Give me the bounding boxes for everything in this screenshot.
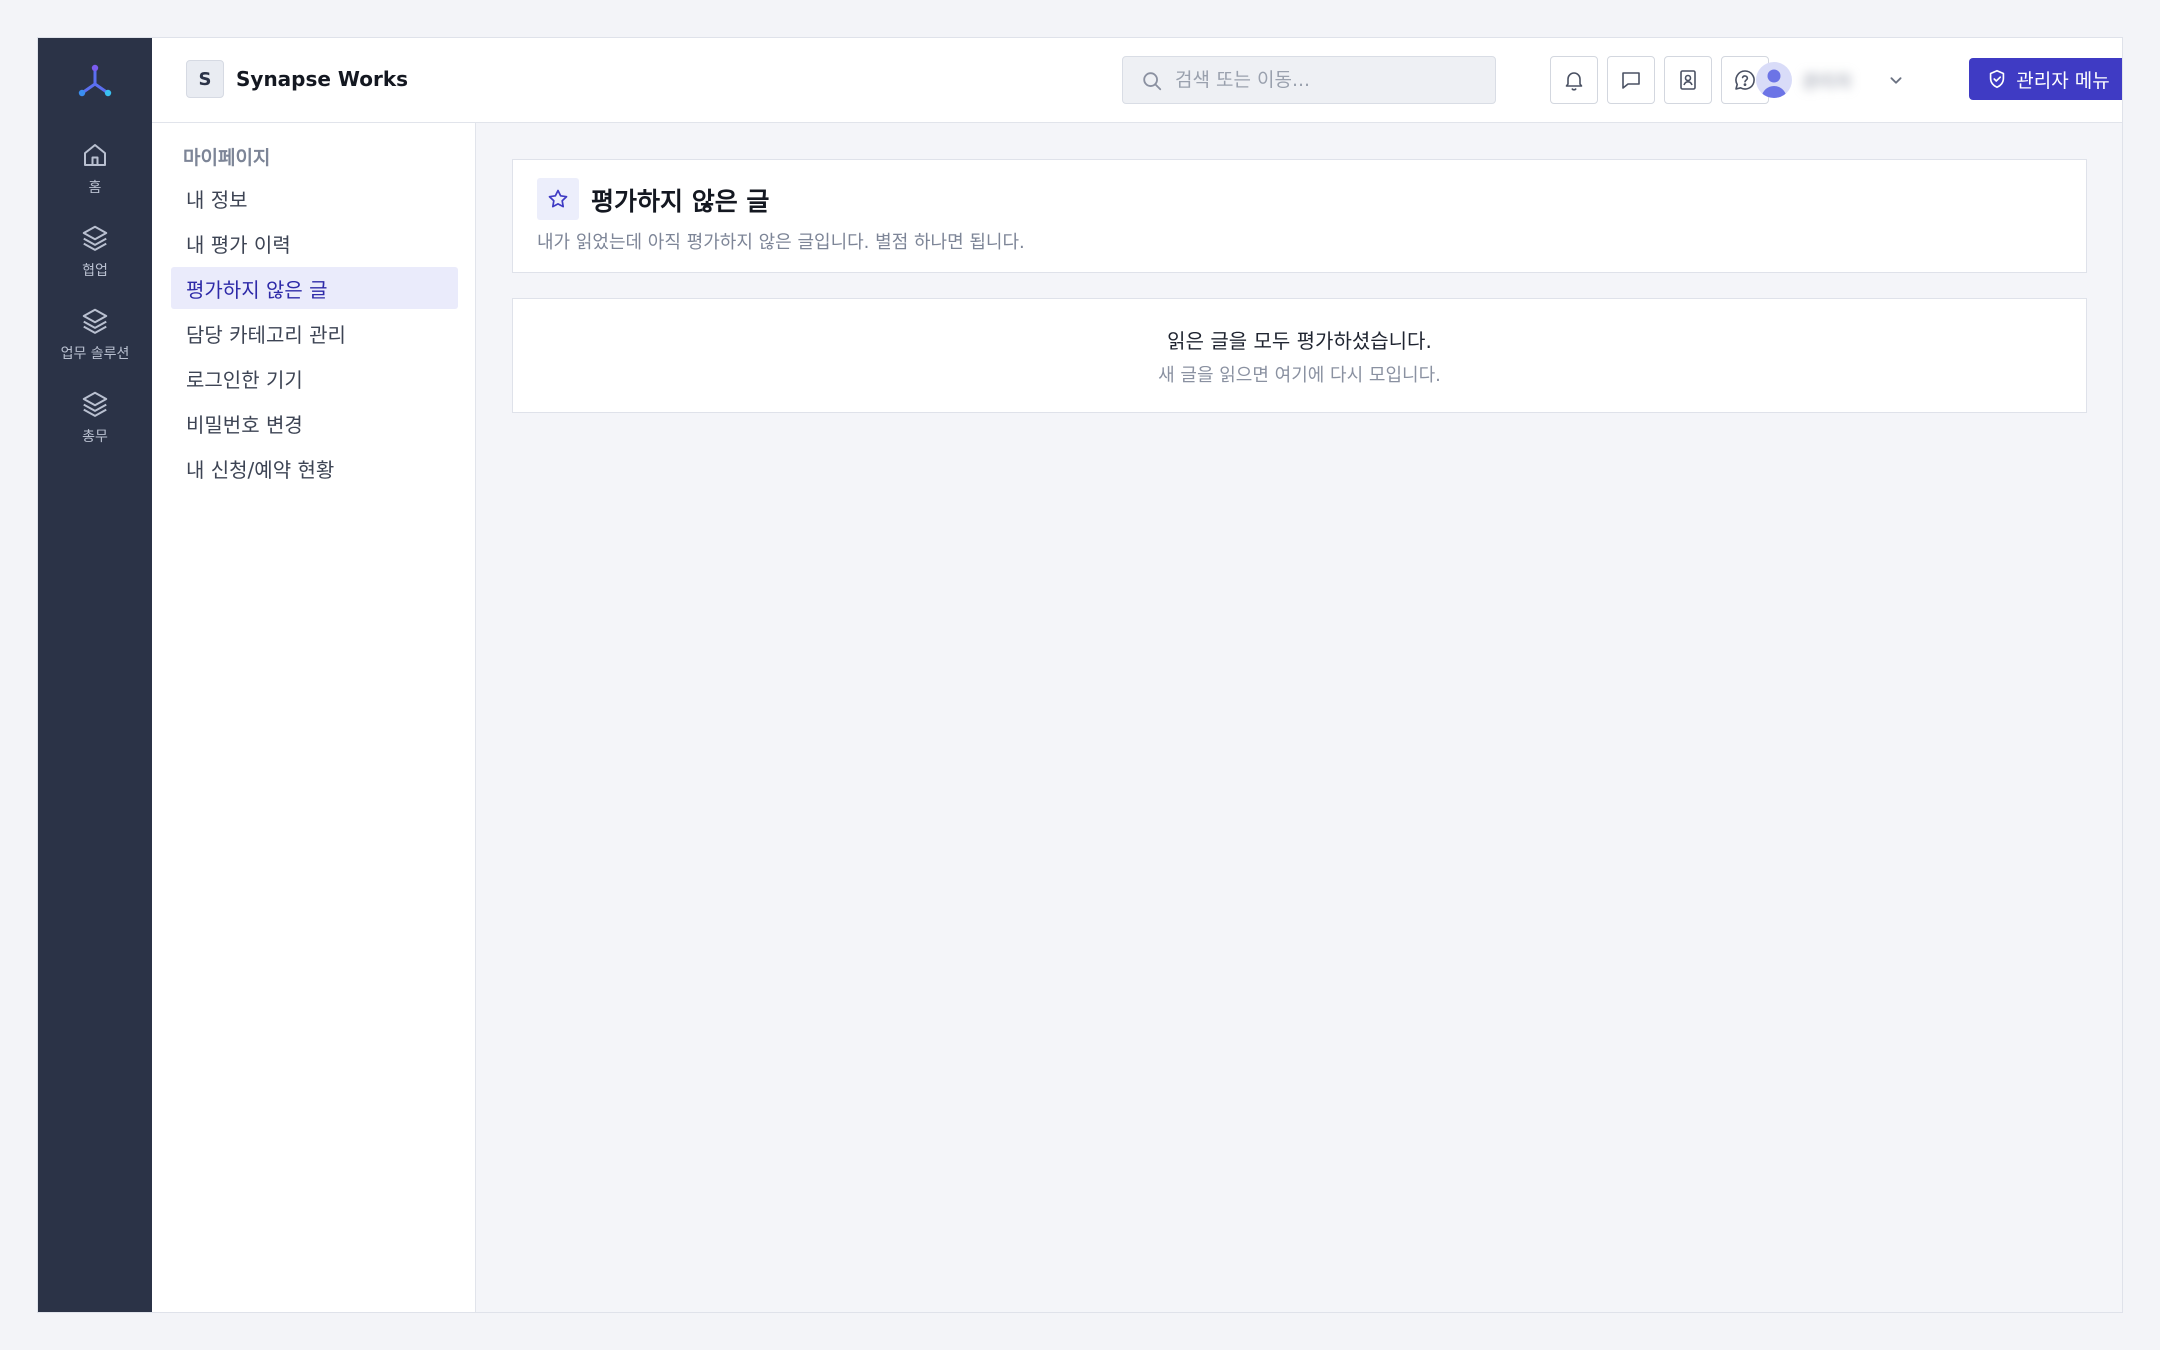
mypage-sidebar: 마이페이지 내 정보 내 평가 이력 평가하지 않은 글 담당 카테고리 관리 …	[152, 123, 476, 1312]
rail-label: 협업	[82, 263, 108, 279]
sidebar-item-my-info[interactable]: 내 정보	[171, 177, 458, 219]
address-book-icon	[1680, 70, 1696, 90]
rail-item-general-affairs[interactable]: 총무	[38, 389, 152, 459]
admin-menu-label: 관리자 메뉴	[2016, 69, 2110, 92]
rail-label: 총무	[82, 429, 108, 445]
app-window: 홈 협업 업무 솔루션 총무 S Synapse Works 검색 또는 이동.…	[37, 37, 2123, 1313]
rail-item-solutions[interactable]: 업무 솔루션	[38, 306, 152, 376]
layers-icon	[82, 391, 108, 417]
chat-icon	[1622, 72, 1640, 89]
rail-label: 홈	[88, 180, 102, 196]
messages-button[interactable]	[1607, 56, 1655, 104]
top-header: S Synapse Works 검색 또는 이동... 관리자 관리자 메뉴	[152, 38, 2122, 123]
user-avatar-icon	[1761, 69, 1787, 98]
rail-label: 업무 솔루션	[60, 346, 130, 362]
contacts-button[interactable]	[1664, 56, 1712, 104]
page-subtitle: 내가 읽었는데 아직 평가하지 않은 글입니다. 별점 하나면 됩니다.	[537, 232, 1025, 253]
sidebar-item-my-requests[interactable]: 내 신청/예약 현황	[171, 447, 458, 489]
empty-state-title: 읽은 글을 모두 평가하셨습니다.	[1167, 329, 1432, 353]
shield-check-icon	[1990, 69, 2005, 89]
home-icon	[84, 144, 106, 166]
star-icon	[548, 189, 568, 208]
search-icon	[1143, 72, 1162, 91]
search-input[interactable]	[1175, 57, 1485, 103]
sidebar-item-my-ratings[interactable]: 내 평가 이력	[171, 222, 458, 264]
sidebar-item-unrated-posts[interactable]: 평가하지 않은 글	[171, 267, 458, 309]
sidebar-item-change-password[interactable]: 비밀번호 변경	[171, 402, 458, 444]
user-name[interactable]: 관리자	[1802, 68, 1876, 93]
empty-state-subtitle: 새 글을 읽으면 여기에 다시 모입니다.	[1158, 365, 1441, 386]
admin-menu-button[interactable]: 관리자 메뉴	[1969, 58, 2122, 100]
sidebar-title: 마이페이지	[183, 147, 271, 169]
page-title-icon-box	[537, 178, 579, 220]
layers-icon	[82, 225, 108, 251]
app-logo-icon[interactable]	[75, 62, 115, 102]
user-avatar[interactable]	[1756, 62, 1792, 98]
notifications-button[interactable]	[1550, 56, 1598, 104]
page-title: 평가하지 않은 글	[591, 187, 770, 216]
chevron-down-icon[interactable]	[1885, 69, 1907, 91]
rail-item-collab[interactable]: 협업	[38, 223, 152, 293]
sidebar-item-logged-in-devices[interactable]: 로그인한 기기	[171, 357, 458, 399]
bell-icon	[1565, 72, 1583, 91]
search-box[interactable]	[1122, 56, 1496, 104]
sidebar-item-category-management[interactable]: 담당 카테고리 관리	[171, 312, 458, 354]
app-rail: 홈 협업 업무 솔루션 총무	[38, 38, 152, 1312]
workspace-name[interactable]: Synapse Works	[236, 67, 408, 91]
layers-icon	[82, 308, 108, 334]
empty-state-card: 읽은 글을 모두 평가하셨습니다. 새 글을 읽으면 여기에 다시 모입니다.	[512, 298, 2087, 413]
help-chat-icon	[1735, 70, 1755, 90]
rail-item-home[interactable]: 홈	[38, 140, 152, 210]
page-header-card: 평가하지 않은 글 내가 읽었는데 아직 평가하지 않은 글입니다. 별점 하나…	[512, 159, 2087, 273]
workspace-badge[interactable]: S	[186, 60, 224, 98]
